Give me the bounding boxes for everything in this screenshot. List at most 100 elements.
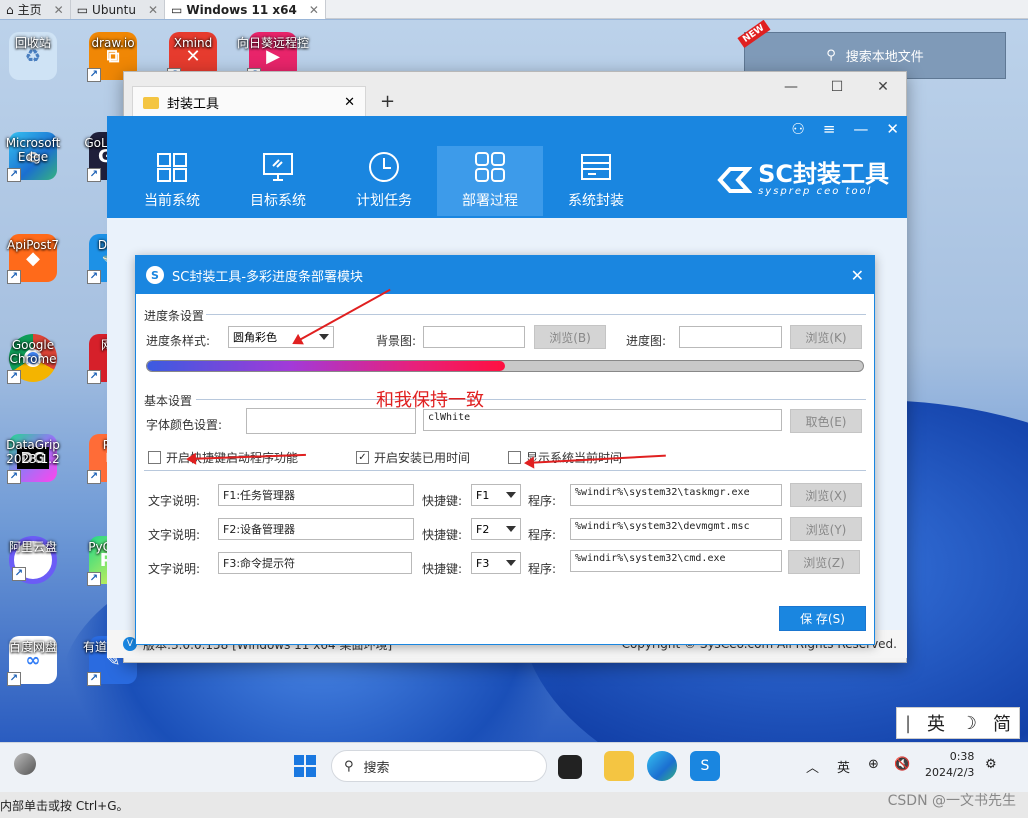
maximize-button[interactable]: ☐ — [814, 72, 860, 102]
browse-bg-button[interactable]: 浏览(B) — [534, 325, 606, 349]
ime-simplified-button[interactable]: 简 — [993, 710, 1011, 736]
minimize-icon[interactable]: — — [853, 120, 868, 138]
edge-taskbar-icon[interactable] — [647, 751, 677, 781]
desktop-icon-datagrip[interactable]: DG ↗ DataGrip 2023.1.2 — [0, 434, 73, 484]
divider — [144, 470, 866, 471]
browse-z-button[interactable]: 浏览(Z) — [788, 550, 860, 574]
shortcut-text-input-1[interactable]: F1:任务管理器 — [218, 484, 414, 506]
taskbar: ⚲ 搜索 S ︿ 英 ⊕ 🔇 0:38 2024/2/3 ⚙ — [0, 742, 1028, 792]
annotation-text: 和我保持一致 — [376, 390, 484, 411]
browse-progress-image-button[interactable]: 浏览(K) — [790, 325, 862, 349]
close-icon[interactable]: ✕ — [309, 3, 319, 17]
new-tab-button[interactable]: + — [380, 91, 395, 112]
browse-y-button[interactable]: 浏览(Y) — [790, 517, 862, 541]
moon-icon[interactable]: ☽ — [961, 713, 977, 734]
taskbar-clock[interactable]: 0:38 2024/2/3 — [925, 749, 974, 781]
tray-language[interactable]: 英 — [837, 757, 850, 776]
menu-icon[interactable]: ≡ — [823, 120, 836, 138]
save-button[interactable]: 保 存(S) — [779, 606, 866, 631]
divider — [206, 314, 866, 315]
pick-color-button[interactable]: 取色(E) — [790, 409, 862, 433]
nav-deploy-process[interactable]: 部署过程 — [437, 146, 543, 216]
close-icon[interactable]: ✕ — [886, 120, 899, 138]
nav-target-system[interactable]: 目标系统 — [225, 146, 331, 216]
minimize-button[interactable]: — — [768, 72, 814, 102]
vm-icon: ▭ — [171, 2, 183, 17]
desktop-icon-baidunetdisk[interactable]: ∞ ↗ 百度网盘 — [0, 636, 73, 686]
ime-lang-button[interactable]: 英 — [927, 710, 945, 736]
progress-preview — [146, 360, 864, 372]
font-color-input[interactable]: clWhite — [423, 409, 782, 431]
folder-icon — [143, 96, 159, 109]
chevron-down-icon — [506, 492, 516, 498]
program-path-input-2[interactable]: %windir%\system32\devmgmt.msc — [570, 518, 782, 540]
hotkey-select-2[interactable]: F2 — [471, 518, 521, 540]
nav-current-system[interactable]: 当前系统 — [119, 146, 225, 216]
close-icon[interactable]: ✕ — [344, 95, 355, 110]
close-icon[interactable]: ✕ — [54, 3, 64, 17]
divider — [196, 399, 866, 400]
check-icon: ✓ — [356, 451, 369, 464]
dialog-close-button[interactable]: ✕ — [851, 266, 864, 285]
grid-icon — [475, 152, 505, 182]
file-explorer-icon[interactable] — [604, 751, 634, 781]
program-path-input-3[interactable]: %windir%\system32\cmd.exe — [570, 550, 782, 572]
bg-image-input[interactable] — [423, 326, 525, 348]
close-icon[interactable]: ✕ — [148, 3, 158, 17]
weather-icon[interactable] — [14, 753, 36, 775]
user-icon[interactable]: ⚇ — [791, 120, 804, 138]
nav-scheduled-tasks[interactable]: 计划任务 — [331, 146, 437, 216]
search-icon: ⚲ — [826, 48, 836, 63]
windows-icon — [157, 153, 187, 182]
ime-toolbar: | 英 ☽ 简 — [896, 707, 1020, 739]
progress-image-label: 进度图: — [626, 334, 667, 348]
watermark: CSDN @一文书先生 — [887, 793, 1016, 809]
key-label: 快捷键: — [422, 528, 463, 542]
style-label: 进度条样式: — [146, 334, 211, 348]
start-button[interactable] — [290, 751, 320, 781]
window-tab[interactable]: 封装工具 ✕ — [132, 86, 366, 118]
app-logo: SC封装工具 sysprep ceo tool — [716, 162, 889, 197]
chevron-down-icon — [506, 526, 516, 532]
key-label: 快捷键: — [422, 562, 463, 576]
shortcut-text-input-2[interactable]: F2:设备管理器 — [218, 518, 414, 540]
nav-system-package[interactable]: 系统封装 — [543, 146, 649, 216]
vm-tab-windows11[interactable]: ▭ Windows 11 x64 ✕ — [165, 0, 326, 19]
sc-tool-taskbar-icon[interactable]: S — [690, 751, 720, 781]
ime-divider: | — [904, 712, 912, 734]
browse-x-button[interactable]: 浏览(X) — [790, 483, 862, 507]
sc-logo-icon — [717, 166, 753, 193]
desktop-icon-chrome[interactable]: ↗ Google Chrome — [0, 334, 73, 384]
close-button[interactable]: ✕ — [860, 72, 906, 102]
basic-section-title: 基本设置 — [144, 394, 193, 408]
desktop-icon-apipost[interactable]: ◆ ↗ ApiPost7 — [0, 234, 73, 284]
chevron-up-icon[interactable]: ︿ — [806, 757, 819, 776]
text-label: 文字说明: — [148, 528, 201, 542]
notification-icon[interactable]: ⚙ — [985, 757, 997, 772]
vm-tab-ubuntu[interactable]: ▭ Ubuntu ✕ — [70, 0, 166, 19]
elapsed-time-checkbox[interactable]: ✓ 开启安装已用时间 — [356, 449, 470, 466]
program-label: 程序: — [528, 494, 557, 508]
desktop-icon-edge[interactable]: e ↗ Microsoft Edge — [0, 132, 73, 182]
checkbox-box — [148, 451, 161, 464]
speaker-icon[interactable]: 🔇 — [894, 757, 910, 772]
hotkey-select-1[interactable]: F1 — [471, 484, 521, 506]
progress-image-input[interactable] — [679, 326, 782, 348]
task-view-icon[interactable] — [558, 755, 582, 779]
shortcut-text-input-3[interactable]: F3:命令提示符 — [218, 552, 412, 574]
taskbar-search[interactable]: ⚲ 搜索 — [331, 750, 547, 782]
search-icon: ⚲ — [344, 758, 354, 774]
hotkey-select-3[interactable]: F3 — [471, 552, 521, 574]
globe-icon[interactable]: ⊕ — [868, 757, 879, 772]
vm-tab-home[interactable]: ⌂ 主页 ✕ — [0, 0, 71, 19]
program-label: 程序: — [528, 562, 557, 576]
app-header: ⚇ ≡ — ✕ 当前系统 目标系统 计划任务 部署过程 系统封装 SC封装工具 s… — [107, 116, 907, 218]
program-path-input-1[interactable]: %windir%\system32\taskmgr.exe — [570, 484, 782, 506]
font-color-label: 字体颜色设置: — [146, 418, 223, 432]
desktop-icon-aliyunpan[interactable]: ↗ 阿里云盘 — [0, 536, 73, 584]
desktop-icon-recycle-bin[interactable]: ♻ 回收站 — [0, 32, 73, 80]
text-label: 文字说明: — [148, 494, 201, 508]
chevron-down-icon — [319, 334, 329, 340]
vm-tab-bar: ⌂ 主页 ✕ ▭ Ubuntu ✕ ▭ Windows 11 x64 ✕ — [0, 0, 1028, 19]
window-controls: — ☐ ✕ — [768, 72, 906, 102]
